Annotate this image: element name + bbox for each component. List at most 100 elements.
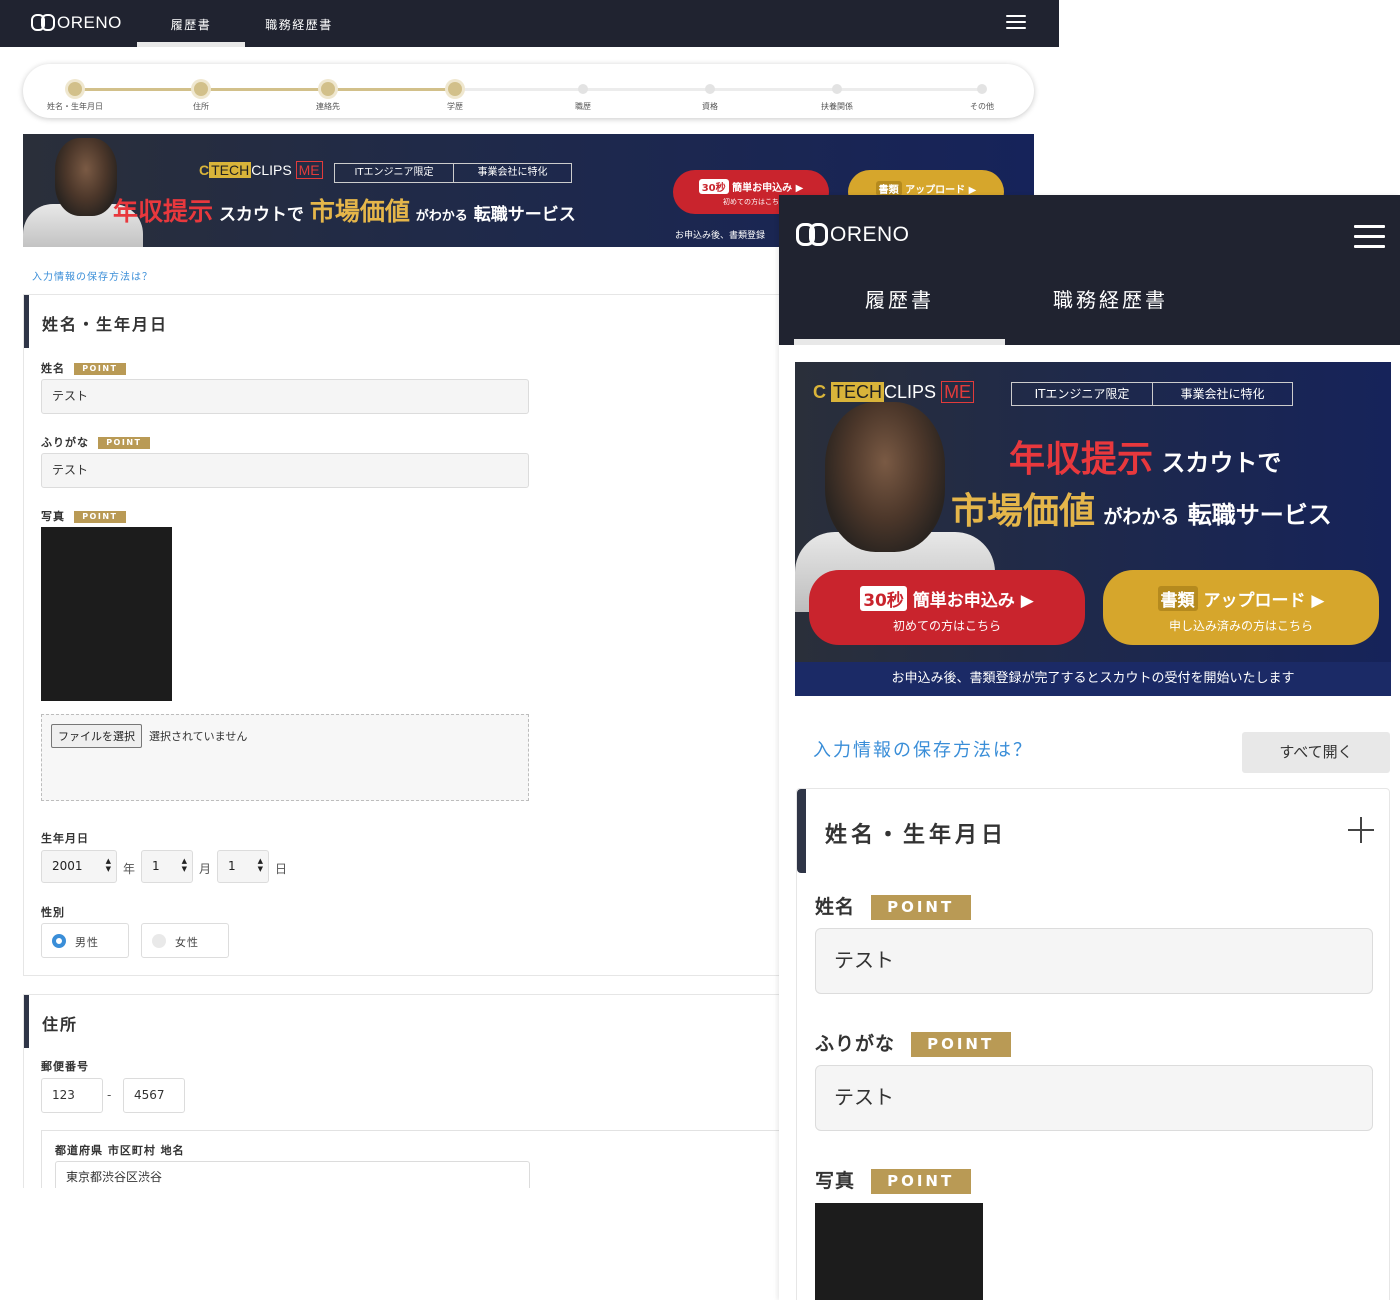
radio-checked-icon: [52, 934, 66, 948]
banner-tags: ITエンジニア限定 事業会社に特化: [334, 163, 572, 183]
name-label: 姓名 POINT: [815, 892, 971, 920]
birth-year-select[interactable]: 2001 ▲ ▼: [41, 850, 117, 883]
step-label-8[interactable]: その他: [970, 101, 994, 112]
tab-career-history[interactable]: 職務経歴書: [1005, 275, 1216, 345]
step-label-1[interactable]: 姓名・生年月日: [47, 101, 103, 112]
banner-tag-engineers: ITエンジニア限定: [1034, 387, 1130, 401]
oreno-logo[interactable]: ORENO: [796, 223, 910, 247]
oreno-logo[interactable]: ORENO: [31, 13, 122, 33]
gender-male-radio[interactable]: 男性: [41, 923, 129, 958]
photo-preview: [815, 1203, 983, 1300]
point-badge: POINT: [73, 511, 126, 523]
banner-headline: 年収提示 スカウトで 市場価値 がわかる 転職サービス: [113, 197, 576, 226]
step-label-7[interactable]: 扶養関係: [821, 101, 853, 112]
kana-label: ふりがな POINT: [41, 434, 150, 450]
banner-brand-logo: C TECH CLIPS ME: [199, 161, 323, 179]
banner-photo-face: [55, 138, 117, 216]
hamburger-menu-icon[interactable]: [1354, 225, 1385, 248]
point-badge: POINT: [870, 1169, 971, 1194]
point-badge: POINT: [73, 363, 126, 375]
choose-file-button[interactable]: ファイルを選択: [51, 724, 142, 748]
photo-label: 写真 POINT: [41, 508, 126, 524]
step-dot-7[interactable]: [832, 84, 842, 94]
banner-footer-text: お申込み後、書類登録: [675, 231, 766, 241]
prefecture-label: 都道府県 市区町村 地名: [55, 1144, 185, 1157]
step-label-4[interactable]: 学歴: [447, 101, 463, 112]
logo-mark-icon: [796, 223, 828, 247]
save-method-link[interactable]: 入力情報の保存方法は？: [813, 736, 1033, 762]
point-badge: POINT: [870, 895, 971, 920]
zip-first-input[interactable]: 123: [41, 1078, 103, 1113]
banner-tag-engineers: ITエンジニア限定: [354, 167, 434, 178]
gender-female-radio[interactable]: 女性: [141, 923, 229, 958]
step-dot-2[interactable]: [194, 82, 208, 96]
save-method-link[interactable]: 入力情報の保存方法は？: [32, 268, 153, 283]
prefecture-input[interactable]: 東京都渋谷区渋谷: [55, 1161, 530, 1188]
step-label-5[interactable]: 職歴: [575, 101, 591, 112]
radio-unchecked-icon: [152, 934, 166, 948]
mobile-header: ORENO 履歴書 職務経歴書: [779, 195, 1400, 345]
logo-mark-icon: [31, 14, 55, 32]
expand-plus-icon[interactable]: [1348, 817, 1374, 843]
stepper-arrows-icon: ▲ ▼: [257, 857, 263, 873]
point-badge: POINT: [97, 437, 150, 449]
step-dot-4[interactable]: [448, 82, 462, 96]
stepper-arrows-icon: ▲ ▼: [105, 857, 111, 873]
logo-text: ORENO: [830, 223, 910, 246]
open-all-button[interactable]: すべて開く: [1242, 732, 1390, 773]
top-header: ORENO 履歴書 職務経歴書: [0, 0, 1059, 47]
step-dot-6[interactable]: [705, 84, 715, 94]
step-label-2[interactable]: 住所: [193, 101, 209, 112]
photo-preview: [41, 527, 172, 701]
progress-line-done: [75, 88, 455, 91]
section-title[interactable]: 姓名・生年月日: [42, 311, 168, 335]
tab-career-history[interactable]: 職務経歴書: [245, 0, 353, 47]
tab-resume[interactable]: 履歴書: [137, 0, 245, 47]
step-label-3[interactable]: 連絡先: [316, 101, 340, 112]
banner-upload-button[interactable]: 書類 アップロード ▶ 申し込み済みの方はこちら: [1103, 570, 1379, 645]
year-unit: 年: [123, 862, 136, 876]
banner-brand-logo: C TECH CLIPS ME: [813, 381, 975, 403]
month-unit: 月: [199, 862, 212, 876]
zip-second-input[interactable]: 4567: [123, 1078, 185, 1113]
birth-day-select[interactable]: 1 ▲ ▼: [217, 850, 269, 883]
banner-tag-business: 事業会社に特化: [1152, 383, 1292, 405]
zip-label: 郵便番号: [41, 1060, 89, 1073]
progress-line-remaining: [455, 88, 983, 91]
stepper-arrows-icon: ▲ ▼: [181, 857, 187, 873]
section-accent-bar: [797, 789, 806, 873]
banner-footer-text: お申込み後、書類登録が完了するとスカウトの受付を開始いたします: [795, 662, 1391, 696]
step-dot-8[interactable]: [977, 84, 987, 94]
name-label: 姓名 POINT: [41, 360, 126, 376]
banner-photo-face: [825, 402, 945, 552]
name-input[interactable]: テスト: [815, 928, 1373, 994]
ad-banner[interactable]: C TECH CLIPS ME ITエンジニア限定 事業会社に特化 年収提示 スカ…: [795, 362, 1391, 696]
gender-label: 性別: [41, 906, 65, 919]
section-title[interactable]: 姓名・生年月日: [825, 817, 1007, 849]
section-accent-bar: [24, 995, 29, 1048]
kana-input[interactable]: テスト: [815, 1065, 1373, 1131]
kana-input[interactable]: テスト: [41, 453, 529, 488]
mobile-view: ORENO 履歴書 職務経歴書 C TECH CLIPS ME ITエンジニア限定…: [779, 195, 1400, 1300]
step-dot-5[interactable]: [578, 84, 588, 94]
step-dot-3[interactable]: [321, 82, 335, 96]
name-input[interactable]: テスト: [41, 379, 529, 414]
kana-label: ふりがな POINT: [815, 1029, 1011, 1057]
logo-text: ORENO: [57, 13, 122, 32]
section-accent-bar: [24, 295, 29, 348]
section-title[interactable]: 住所: [42, 1011, 78, 1035]
zip-separator: -: [107, 1088, 112, 1102]
tab-resume[interactable]: 履歴書: [794, 275, 1005, 345]
photo-label: 写真 POINT: [815, 1166, 971, 1194]
step-dot-1[interactable]: [68, 82, 82, 96]
banner-tag-business: 事業会社に特化: [453, 164, 571, 182]
banner-headline-line1: 年収提示 スカウトで: [1009, 439, 1282, 480]
birth-month-select[interactable]: 1 ▲ ▼: [141, 850, 193, 883]
banner-apply-button[interactable]: 30秒 簡単お申込み ▶ 初めての方はこちら: [809, 570, 1085, 645]
step-label-6[interactable]: 資格: [702, 101, 718, 112]
hamburger-menu-icon[interactable]: [1006, 15, 1026, 29]
photo-dropzone[interactable]: ファイルを選択 選択されていません: [41, 714, 529, 801]
day-unit: 日: [275, 862, 288, 876]
banner-tags: ITエンジニア限定 事業会社に特化: [1011, 382, 1293, 406]
point-badge: POINT: [910, 1032, 1011, 1057]
